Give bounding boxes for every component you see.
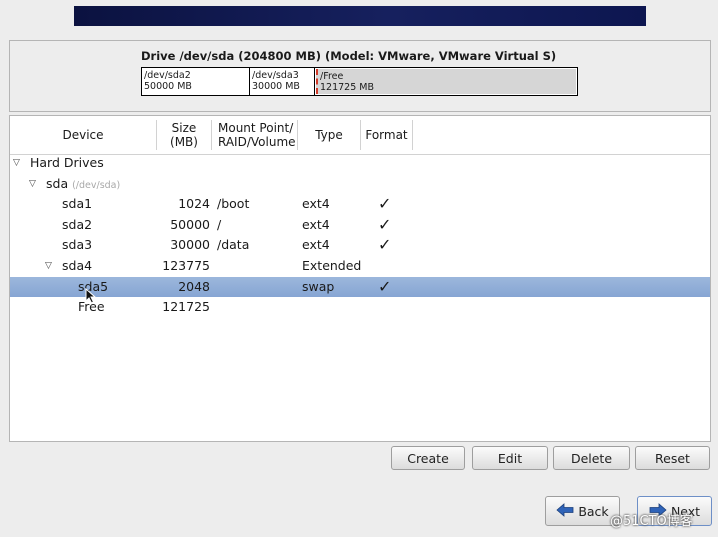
segment-size: 50000 MB bbox=[144, 81, 192, 92]
column-label: (MB) bbox=[170, 135, 198, 149]
segment-name: /Free bbox=[320, 71, 574, 82]
column-label: Size bbox=[171, 121, 197, 135]
row-type: swap bbox=[302, 279, 335, 294]
reset-button[interactable]: Reset bbox=[635, 446, 710, 470]
column-mount-point[interactable]: Mount Point/ RAID/Volume bbox=[212, 120, 298, 150]
row-type: ext4 bbox=[302, 196, 330, 211]
format-check-icon: ✓ bbox=[378, 235, 392, 254]
top-banner bbox=[74, 6, 646, 26]
row-mount: /boot bbox=[217, 196, 250, 211]
delete-button[interactable]: Delete bbox=[553, 446, 630, 470]
column-type[interactable]: Type bbox=[298, 120, 361, 150]
table-row[interactable]: sda1 1024 /boot ext4 ✓ bbox=[10, 194, 710, 214]
table-row[interactable]: ▽ sda4 123775 Extended bbox=[10, 256, 710, 276]
column-size[interactable]: Size (MB) bbox=[157, 120, 212, 150]
table-row[interactable]: sda2 50000 / ext4 ✓ bbox=[10, 215, 710, 235]
row-size: 123775 bbox=[162, 258, 210, 273]
mouse-pointer-icon bbox=[85, 288, 97, 304]
drive-title: Drive /dev/sda (204800 MB) (Model: VMwar… bbox=[141, 49, 557, 63]
tree-row-sda[interactable]: ▽ sda (/dev/sda) bbox=[10, 174, 710, 194]
row-type: Extended bbox=[302, 258, 362, 273]
row-size: 2048 bbox=[178, 279, 210, 294]
segment-name: /dev/sda3 bbox=[252, 70, 299, 81]
tree-row-hard-drives[interactable]: ▽ Hard Drives bbox=[10, 153, 710, 173]
format-check-icon: ✓ bbox=[378, 215, 392, 234]
column-label: Type bbox=[315, 128, 343, 142]
expander-down-icon[interactable]: ▽ bbox=[45, 256, 52, 276]
table-row-selected[interactable]: sda5 2048 swap ✓ bbox=[10, 277, 710, 297]
column-device[interactable]: Device bbox=[10, 120, 157, 150]
disk-path: (/dev/sda) bbox=[72, 180, 121, 191]
row-device: sda4 bbox=[62, 258, 93, 273]
row-size: 1024 bbox=[178, 196, 210, 211]
drive-segment-sda3[interactable]: /dev/sda3 30000 MB bbox=[250, 68, 315, 95]
segment-label: Free bbox=[323, 71, 344, 82]
disk-name: sda bbox=[46, 176, 69, 191]
segment-size: 30000 MB bbox=[252, 81, 300, 92]
drive-partition-bar: /dev/sda2 50000 MB /dev/sda3 30000 MB /F… bbox=[141, 67, 578, 96]
back-label: Back bbox=[578, 503, 609, 519]
column-header-row: Device Size (MB) Mount Point/ RAID/Volum… bbox=[10, 116, 710, 155]
expander-down-icon[interactable]: ▽ bbox=[13, 153, 20, 173]
column-label: Device bbox=[62, 128, 104, 142]
table-row[interactable]: sda3 30000 /data ext4 ✓ bbox=[10, 235, 710, 255]
row-size: 121725 bbox=[162, 299, 210, 314]
drive-overview-panel: Drive /dev/sda (204800 MB) (Model: VMwar… bbox=[9, 40, 711, 112]
expander-down-icon[interactable]: ▽ bbox=[29, 174, 36, 194]
row-mount: /data bbox=[217, 237, 250, 252]
table-row[interactable]: Free 121725 bbox=[10, 297, 710, 317]
group-label: Hard Drives bbox=[30, 155, 104, 170]
column-label: RAID/Volume bbox=[218, 135, 296, 149]
back-arrow-icon bbox=[556, 502, 574, 520]
create-button[interactable]: Create bbox=[391, 446, 465, 470]
row-size: 50000 bbox=[170, 217, 210, 232]
row-device: sda2 bbox=[62, 217, 93, 232]
segment-name: /dev/sda2 bbox=[144, 70, 191, 81]
drive-segment-sda2[interactable]: /dev/sda2 50000 MB bbox=[142, 68, 250, 95]
segment-size: 121725 MB bbox=[320, 82, 374, 93]
format-check-icon: ✓ bbox=[378, 194, 392, 213]
format-check-icon: ✓ bbox=[378, 277, 392, 296]
watermark-text: @51CTO博客 bbox=[610, 514, 693, 529]
drive-segment-free[interactable]: /Free 121725 MB bbox=[316, 69, 576, 94]
row-device: sda1 bbox=[62, 196, 93, 211]
row-device: sda3 bbox=[62, 237, 93, 252]
column-label: Mount Point/ bbox=[218, 121, 294, 135]
row-size: 30000 bbox=[170, 237, 210, 252]
row-type: ext4 bbox=[302, 237, 330, 252]
partition-tree[interactable]: Device Size (MB) Mount Point/ RAID/Volum… bbox=[9, 115, 711, 442]
row-mount: / bbox=[217, 217, 222, 232]
edit-button[interactable]: Edit bbox=[472, 446, 548, 470]
back-button[interactable]: Back bbox=[545, 496, 620, 526]
column-label: Format bbox=[365, 128, 408, 142]
row-type: ext4 bbox=[302, 217, 330, 232]
column-format[interactable]: Format bbox=[361, 120, 413, 150]
disk-label: sda (/dev/sda) bbox=[46, 174, 120, 196]
